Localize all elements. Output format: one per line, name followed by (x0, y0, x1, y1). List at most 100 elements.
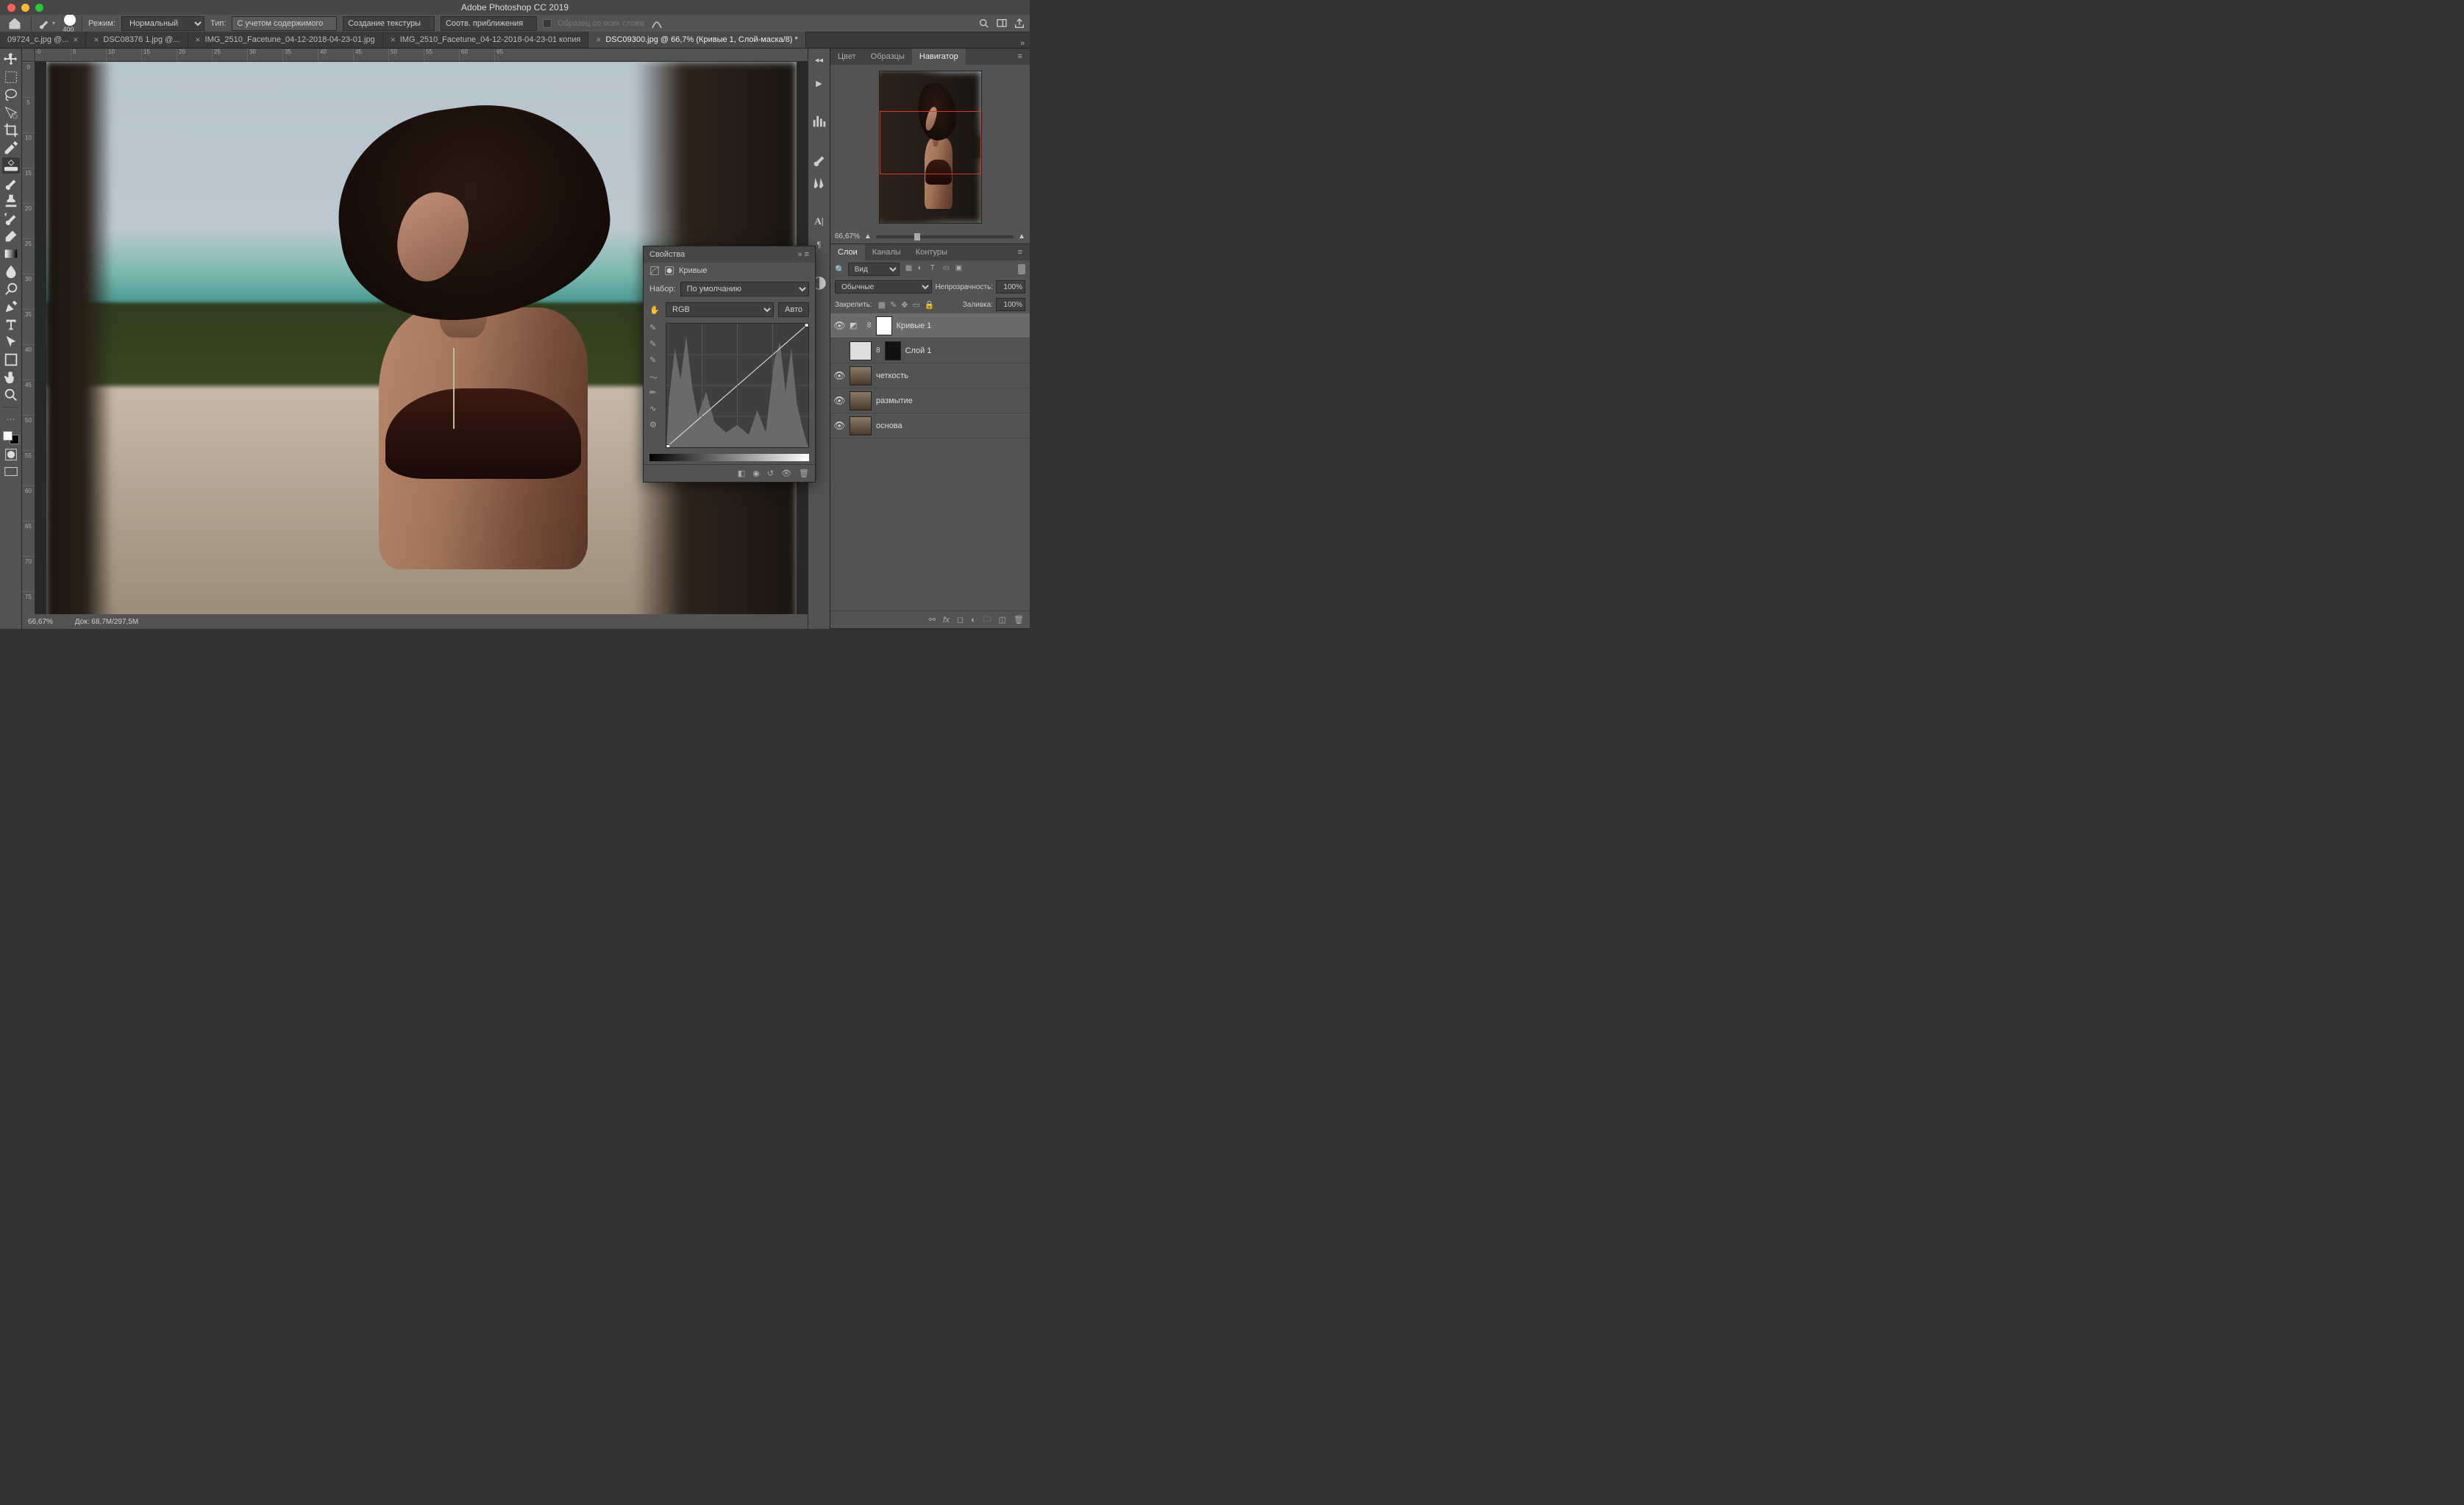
navigator-thumbnail[interactable] (879, 71, 982, 224)
brush-panel-icon[interactable] (811, 152, 827, 168)
crop-tool[interactable] (2, 122, 20, 138)
ruler-horizontal[interactable]: 05101520253035404550556065 (22, 49, 808, 62)
minimize-window-button[interactable] (21, 4, 29, 12)
brush-size-preview[interactable]: 400 (61, 14, 76, 33)
panel-menu-icon[interactable]: ≡ (1011, 244, 1030, 260)
blend-mode-select[interactable]: Обычные (835, 280, 932, 293)
toggle-visibility-icon[interactable]: 👁 (781, 469, 791, 478)
tab-navigator[interactable]: Навигатор (912, 49, 966, 65)
type-texture-button[interactable]: Создание текстуры (343, 16, 435, 31)
lasso-tool[interactable] (2, 87, 20, 103)
shape-tool[interactable] (2, 352, 20, 368)
tab-channels[interactable]: Каналы (865, 244, 908, 260)
brush-tool[interactable] (2, 175, 20, 191)
layer-thumb[interactable] (850, 366, 872, 385)
properties-header[interactable]: Свойства » ≡ (644, 246, 815, 263)
blur-tool[interactable] (2, 263, 20, 280)
character-panel-icon[interactable]: A| (811, 213, 827, 230)
link-layers-icon[interactable]: ⚯ (929, 615, 936, 625)
close-tab-icon[interactable]: × (596, 35, 601, 45)
output-gradient[interactable] (649, 454, 809, 461)
panel-collapse-icon[interactable]: » ≡ (797, 250, 809, 259)
hand-curve-icon[interactable]: ✋ (649, 305, 661, 315)
type-proximity-button[interactable]: Соотв. приближения (441, 16, 537, 31)
quick-select-tool[interactable] (2, 104, 20, 121)
path-select-tool[interactable] (2, 334, 20, 350)
curves-graph[interactable] (666, 323, 809, 448)
layer-row[interactable]: 👁 размытие (830, 388, 1030, 413)
zoom-tool[interactable] (2, 387, 20, 403)
document-tab[interactable]: ×DSC09300.jpg @ 66,7% (Кривые 1, Слой-ма… (588, 32, 806, 48)
brushes-panel-icon[interactable] (811, 175, 827, 191)
color-swatches[interactable] (2, 430, 20, 445)
sample-all-layers-checkbox[interactable] (543, 19, 552, 28)
close-tab-icon[interactable]: × (73, 35, 78, 45)
tool-preset-icon[interactable]: ▾ (38, 17, 55, 30)
histogram-icon[interactable] (811, 113, 827, 129)
close-window-button[interactable] (7, 4, 15, 12)
fill-value[interactable] (996, 298, 1025, 311)
document-tab[interactable]: ×IMG_2510_Facetune_04-12-2018-04-23-01 к… (383, 32, 589, 48)
foreground-color-swatch[interactable] (3, 431, 13, 441)
document-tab[interactable]: ×DSC08376 1.jpg @... (86, 32, 188, 48)
new-adjustment-icon[interactable]: ◐ (971, 616, 976, 625)
dodge-tool[interactable] (2, 281, 20, 297)
layer-mask-thumb[interactable] (876, 316, 892, 335)
fx-icon[interactable]: fx (943, 616, 950, 625)
tab-overflow-icon[interactable]: » (1015, 39, 1030, 48)
search-icon[interactable] (978, 18, 990, 29)
sampler-plus-icon[interactable]: ✎ (649, 339, 661, 351)
tab-swatches[interactable]: Образцы (864, 49, 912, 65)
close-tab-icon[interactable]: × (391, 35, 396, 45)
view-previous-icon[interactable]: ◉ (752, 469, 760, 478)
share-icon[interactable] (1014, 18, 1025, 29)
zoom-slider[interactable] (876, 235, 1014, 238)
panel-menu-icon[interactable]: ≡ (1011, 49, 1030, 65)
curve-smooth-icon[interactable]: 〜 (649, 371, 661, 383)
sampler-icon[interactable]: ✎ (649, 323, 661, 335)
delete-layer-icon[interactable]: 🗑 (1014, 615, 1024, 625)
lock-paint-icon[interactable]: ✎ (890, 300, 897, 310)
gradient-tool[interactable] (2, 246, 20, 262)
channel-select[interactable]: RGB (666, 302, 774, 317)
layer-thumb[interactable] (850, 391, 872, 410)
layer-row[interactable]: 👁 четкость (830, 363, 1030, 388)
curve-pencil-icon[interactable]: ✏ (649, 388, 661, 399)
history-brush-tool[interactable] (2, 210, 20, 227)
edit-toolbar-icon[interactable]: ⋯ (2, 411, 20, 427)
layer-mask-thumb[interactable] (885, 341, 901, 360)
zoom-out-icon[interactable]: ▲ (864, 232, 872, 241)
preset-select[interactable]: По умолчанию (680, 282, 809, 296)
screen-mode-icon[interactable] (2, 464, 20, 480)
navigator-view-box[interactable] (880, 111, 981, 175)
zoom-in-icon[interactable]: ▲ (1018, 232, 1025, 241)
filter-shape-icon[interactable]: ▭ (943, 264, 953, 274)
curve-smooth2-icon[interactable]: ∿ (649, 404, 661, 416)
close-tab-icon[interactable]: × (93, 35, 99, 45)
expand-rail-icon[interactable]: ◂◂ (811, 51, 827, 68)
healing-brush-tool[interactable] (2, 157, 20, 174)
layer-row[interactable]: 👁 основа (830, 413, 1030, 438)
lock-position-icon[interactable]: ✥ (901, 300, 908, 310)
layer-row[interactable]: 👁 ◩ 8 Кривые 1 (830, 313, 1030, 338)
play-icon[interactable]: ▶ (811, 75, 827, 91)
visibility-toggle[interactable]: 👁 (833, 370, 845, 382)
hand-tool[interactable] (2, 369, 20, 385)
lock-all-icon[interactable]: 🔒 (925, 300, 935, 310)
marquee-tool[interactable] (2, 69, 20, 85)
navigator-zoom-value[interactable]: 66,67% (835, 232, 860, 241)
workspace-icon[interactable] (996, 18, 1008, 29)
tab-color[interactable]: Цвет (830, 49, 864, 65)
stamp-tool[interactable] (2, 193, 20, 209)
type-content-aware-button[interactable]: С учетом содержимого (232, 16, 337, 31)
layer-filter-select[interactable]: Вид (848, 263, 900, 276)
reset-icon[interactable]: ↺ (767, 469, 774, 478)
layer-row[interactable]: 8 Слой 1 (830, 338, 1030, 363)
zoom-level[interactable]: 66,67% (28, 618, 53, 626)
filter-pixel-icon[interactable]: ▦ (905, 264, 916, 274)
document-tab[interactable]: 09724_c.jpg @...× (0, 32, 86, 48)
tab-layers[interactable]: Слои (830, 244, 865, 260)
auto-button[interactable]: Авто (778, 302, 809, 317)
clip-icon[interactable]: ◧ (738, 469, 745, 478)
eraser-tool[interactable] (2, 228, 20, 244)
